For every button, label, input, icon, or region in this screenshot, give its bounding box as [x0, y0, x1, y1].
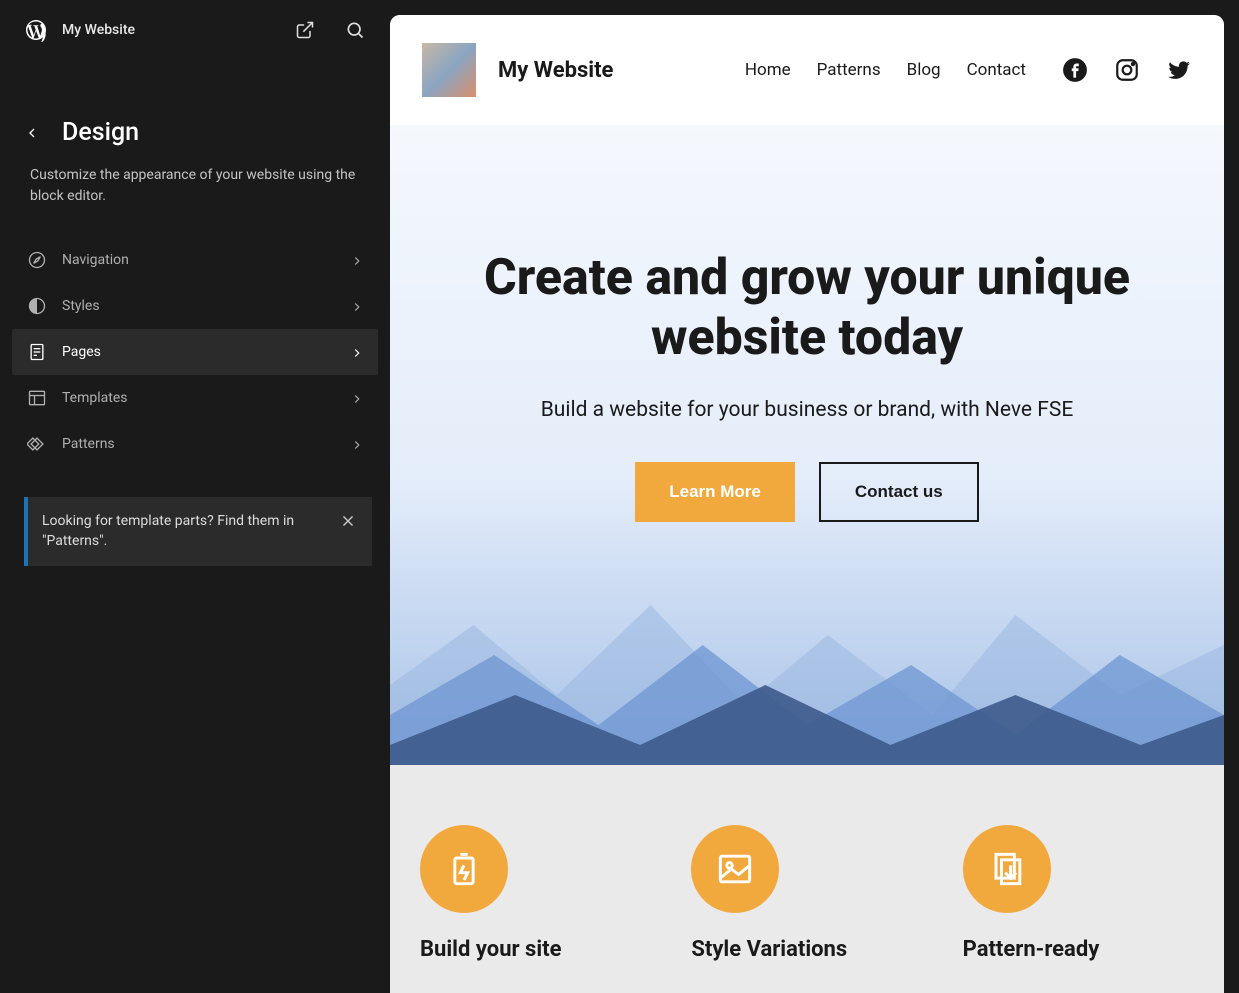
chevron-right-icon	[350, 253, 364, 267]
feature-pattern: Pattern-ready	[963, 825, 1194, 993]
menu-label: Pages	[62, 344, 336, 360]
site-logo[interactable]	[422, 43, 476, 97]
menu-item-styles[interactable]: Styles	[12, 283, 378, 329]
editor-sidebar: My Website Design Customize the appearan…	[0, 0, 390, 993]
sidebar-header: My Website	[0, 0, 390, 60]
chevron-right-icon	[350, 345, 364, 359]
site-preview: My Website Home Patterns Blog Contact	[390, 0, 1239, 993]
learn-more-button[interactable]: Learn More	[635, 462, 795, 522]
nav-link-contact[interactable]: Contact	[967, 60, 1026, 80]
facebook-icon[interactable]	[1062, 57, 1088, 83]
site-frame[interactable]: My Website Home Patterns Blog Contact	[390, 15, 1224, 993]
section-title: Design	[62, 118, 139, 147]
hero-section: Create and grow your unique website toda…	[390, 125, 1224, 765]
menu-item-pages[interactable]: Pages	[12, 329, 378, 375]
sidebar-section: Design Customize the appearance of your …	[0, 60, 390, 237]
section-description: Customize the appearance of your website…	[24, 165, 366, 207]
menu-label: Patterns	[62, 436, 336, 452]
external-link-icon[interactable]	[294, 19, 316, 41]
chevron-right-icon	[350, 437, 364, 451]
menu-label: Templates	[62, 390, 336, 406]
feature-title: Style Variations	[691, 937, 922, 962]
layout-icon	[26, 387, 48, 409]
close-icon[interactable]	[338, 511, 358, 531]
compass-icon	[26, 249, 48, 271]
design-menu: Navigation Styles Pages	[0, 237, 390, 467]
wordpress-logo-icon[interactable]	[24, 18, 48, 42]
site-header: My Website Home Patterns Blog Contact	[390, 15, 1224, 125]
contact-us-button[interactable]: Contact us	[819, 462, 979, 522]
image-icon	[691, 825, 779, 913]
primary-nav: Home Patterns Blog Contact	[745, 60, 1026, 80]
social-links	[1062, 57, 1192, 83]
instagram-icon[interactable]	[1114, 57, 1140, 83]
menu-label: Navigation	[62, 252, 336, 268]
feature-title: Build your site	[420, 937, 651, 962]
menu-item-patterns[interactable]: Patterns	[12, 421, 378, 467]
feature-build: Build your site	[420, 825, 651, 993]
feature-style: Style Variations	[691, 825, 922, 993]
page-icon	[26, 341, 48, 363]
nav-link-blog[interactable]: Blog	[907, 60, 941, 80]
feature-title: Pattern-ready	[963, 937, 1194, 962]
chevron-right-icon	[350, 299, 364, 313]
mountains-illustration	[390, 545, 1224, 765]
features-section: Build your site Style Variations Pattern…	[390, 765, 1224, 993]
diamond-icon	[26, 433, 48, 455]
nav-link-home[interactable]: Home	[745, 60, 791, 80]
template-parts-notice: Looking for template parts? Find them in…	[24, 497, 372, 566]
notice-text: Looking for template parts? Find them in…	[42, 511, 324, 552]
menu-label: Styles	[62, 298, 336, 314]
hero-title: Create and grow your unique website toda…	[450, 248, 1164, 368]
search-icon[interactable]	[344, 19, 366, 41]
nav-link-patterns[interactable]: Patterns	[817, 60, 881, 80]
hero-subtitle: Build a website for your business or bra…	[541, 398, 1074, 422]
back-chevron-icon[interactable]	[24, 125, 40, 141]
chevron-right-icon	[350, 391, 364, 405]
contrast-icon	[26, 295, 48, 317]
site-title[interactable]: My Website	[62, 22, 266, 38]
menu-item-templates[interactable]: Templates	[12, 375, 378, 421]
hero-buttons: Learn More Contact us	[635, 462, 978, 522]
twitter-icon[interactable]	[1166, 57, 1192, 83]
menu-item-navigation[interactable]: Navigation	[12, 237, 378, 283]
battery-icon	[420, 825, 508, 913]
site-name[interactable]: My Website	[498, 58, 723, 83]
download-icon	[963, 825, 1051, 913]
